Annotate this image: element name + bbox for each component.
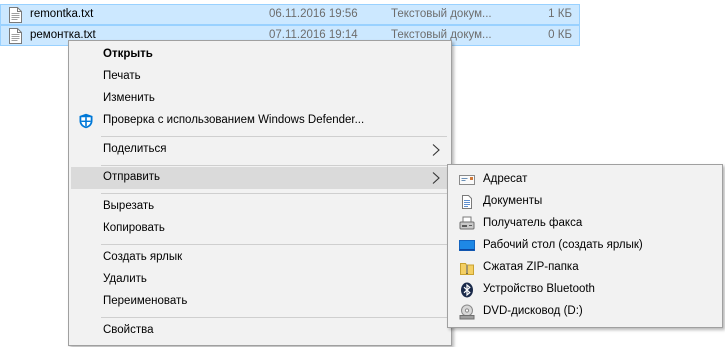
chevron-right-icon [432, 172, 440, 184]
menu-separator [101, 317, 447, 318]
menu-item-copy[interactable]: Копировать [71, 218, 449, 240]
menu-separator [101, 136, 447, 137]
send-to-submenu: Адресат Документы Получатель факса Рабоч… [447, 164, 723, 328]
text-file-icon [9, 7, 22, 23]
context-menu: Открыть Печать Изменить Проверка с испол… [68, 40, 452, 346]
menu-item-open[interactable]: Открыть [71, 44, 449, 66]
file-row-remontka[interactable]: remontka.txt 06.11.2016 19:56 Текстовый … [0, 4, 580, 25]
file-type: Текстовый докум... [391, 8, 492, 20]
submenu-item-zip-folder[interactable]: Сжатая ZIP-папка [450, 257, 720, 279]
menu-item-defender-scan[interactable]: Проверка с использованием Windows Defend… [71, 110, 449, 132]
submenu-item-fax-recipient[interactable]: Получатель факса [450, 213, 720, 235]
menu-separator [101, 165, 447, 166]
file-name: remontka.txt [30, 8, 94, 20]
menu-separator [101, 244, 447, 245]
documents-icon [462, 195, 472, 209]
submenu-item-desktop[interactable]: Рабочий стол (создать ярлык) [450, 235, 720, 257]
submenu-item-dvd-drive[interactable]: DVD-дисковод (D:) [450, 301, 720, 323]
menu-item-cut[interactable]: Вырезать [71, 196, 449, 218]
windows-defender-icon [79, 113, 93, 129]
menu-item-edit[interactable]: Изменить [71, 88, 449, 110]
menu-item-print[interactable]: Печать [71, 66, 449, 88]
text-file-icon [9, 28, 22, 44]
menu-item-rename[interactable]: Переименовать [71, 291, 449, 313]
fax-icon [459, 216, 475, 230]
bluetooth-icon [461, 282, 473, 298]
zip-folder-icon [460, 263, 474, 275]
mail-recipient-icon [459, 175, 475, 185]
menu-item-properties[interactable]: Свойства [71, 320, 449, 342]
menu-item-share[interactable]: Поделиться [71, 139, 449, 161]
menu-separator [101, 193, 447, 194]
dvd-drive-icon [459, 304, 475, 320]
menu-item-send-to[interactable]: Отправить [71, 167, 449, 189]
submenu-item-mail-recipient[interactable]: Адресат [450, 169, 720, 191]
submenu-item-bluetooth[interactable]: Устройство Bluetooth [450, 279, 720, 301]
file-size: 1 КБ [548, 8, 572, 20]
menu-item-create-shortcut[interactable]: Создать ярлык [71, 247, 449, 269]
chevron-right-icon [432, 144, 440, 156]
file-size: 0 КБ [548, 29, 572, 41]
menu-item-delete[interactable]: Удалить [71, 269, 449, 291]
desktop-icon [459, 240, 475, 251]
file-date: 06.11.2016 19:56 [269, 8, 358, 20]
submenu-item-documents[interactable]: Документы [450, 191, 720, 213]
